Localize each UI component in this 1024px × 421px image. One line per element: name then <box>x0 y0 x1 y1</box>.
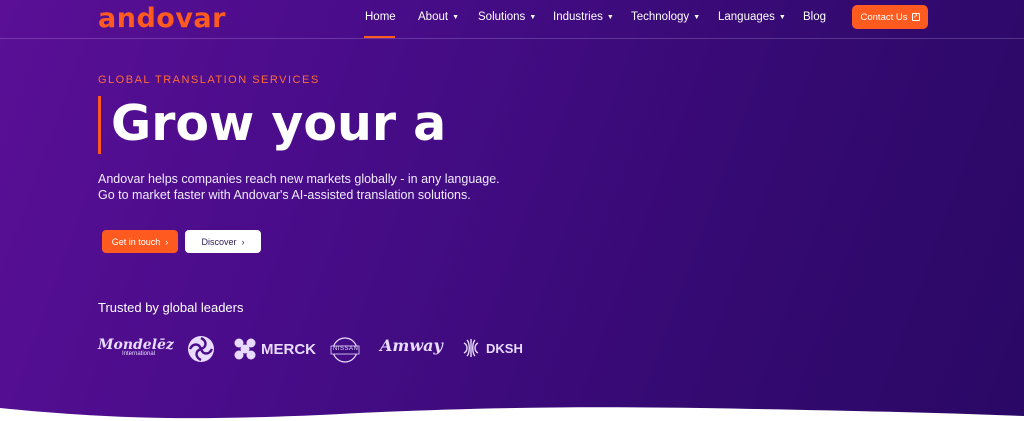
nav-technology-label: Technology <box>631 11 690 23</box>
bottom-wave <box>0 407 1024 421</box>
hero-description-line: Go to market faster with Andovar's AI-as… <box>98 188 471 202</box>
trusted-title: Trusted by global leaders <box>98 300 244 315</box>
nav-blog-label: Blog <box>803 11 827 23</box>
chevron-right-icon: › <box>165 236 169 247</box>
merck-logo: MERCK <box>233 337 316 361</box>
chevron-down-icon: ▼ <box>606 13 614 21</box>
hero-headline: Grow your a <box>111 95 447 152</box>
nav-home[interactable]: Home <box>365 11 396 23</box>
nav-industries[interactable]: Industries ▼ <box>553 11 614 23</box>
discover-button[interactable]: Discover › <box>185 230 261 253</box>
merck-logo-text: MERCK <box>261 340 316 358</box>
discover-label: Discover <box>201 236 237 247</box>
nav-about-label: About <box>418 11 449 23</box>
amway-logo-text: Amway <box>380 336 443 355</box>
hero-description: Andovar helps companies reach new market… <box>98 171 538 203</box>
nav-home-label: Home <box>365 11 396 23</box>
nav-languages-label: Languages <box>718 11 775 23</box>
nav-about[interactable]: About ▼ <box>418 11 459 23</box>
chevron-down-icon: ▼ <box>529 13 537 21</box>
client-logos: Mondelēz International MERCK NISSAN Amwa… <box>98 334 528 368</box>
nav-solutions-label: Solutions <box>478 11 526 23</box>
get-in-touch-label: Get in touch <box>111 236 161 247</box>
nav-technology[interactable]: Technology ▼ <box>631 11 700 23</box>
andovar-logo[interactable]: andovar <box>98 3 226 34</box>
hero-description-line: Andovar helps companies reach new market… <box>98 172 500 186</box>
nav-industries-label: Industries <box>553 11 603 23</box>
swirl-logo-icon <box>187 335 215 368</box>
headline-accent-bar <box>98 96 101 154</box>
nav-blog[interactable]: Blog <box>803 11 826 23</box>
amway-logo: Amway <box>380 336 443 356</box>
dksh-symbol-icon <box>463 339 479 357</box>
hero-eyebrow: GLOBAL TRANSLATION SERVICES <box>98 74 320 86</box>
merck-symbol-icon <box>234 338 256 360</box>
dksh-logo-text: DKSH <box>486 340 523 356</box>
mondelez-logo: Mondelēz International <box>98 337 174 357</box>
chevron-down-icon: ▼ <box>452 13 459 21</box>
dksh-logo: DKSH <box>460 337 523 359</box>
chevron-right-icon: › <box>241 236 245 247</box>
nissan-logo: NISSAN <box>330 336 360 369</box>
nissan-logo-text: NISSAN <box>333 346 359 352</box>
get-in-touch-button[interactable]: Get in touch › <box>102 230 178 253</box>
chevron-down-icon: ▼ <box>778 13 786 21</box>
chevron-down-icon: ▼ <box>693 13 701 21</box>
contact-us-label: Contact Us <box>860 11 908 23</box>
external-link-icon: ↗ <box>911 13 920 21</box>
top-navbar: andovar Home About ▼ Solutions ▼ Industr… <box>0 0 1024 39</box>
contact-us-button[interactable]: Contact Us ↗ <box>852 5 928 29</box>
hero-section: andovar Home About ▼ Solutions ▼ Industr… <box>0 0 1024 421</box>
nav-languages[interactable]: Languages ▼ <box>718 11 786 23</box>
nav-solutions[interactable]: Solutions ▼ <box>478 11 536 23</box>
nav-active-indicator <box>364 36 395 38</box>
